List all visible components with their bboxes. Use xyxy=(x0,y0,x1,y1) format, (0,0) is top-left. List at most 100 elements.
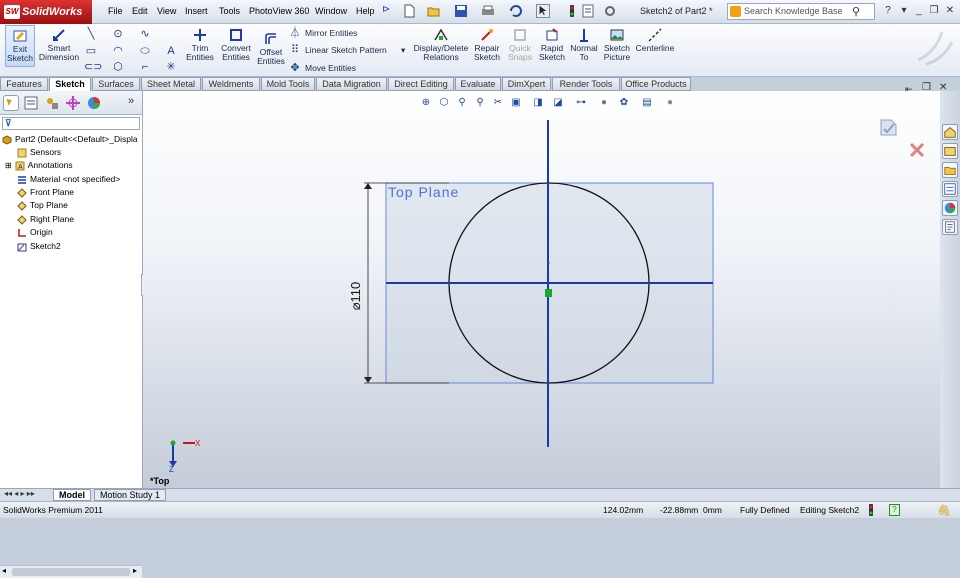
menu-edit[interactable]: Edit xyxy=(132,6,148,16)
offset-entities-button[interactable]: Offset Entities xyxy=(256,31,286,66)
new-document-icon[interactable] xyxy=(402,4,416,18)
graphics-area[interactable]: Top Plane ⌀110 X Z *Top xyxy=(143,91,940,488)
menu-window[interactable]: Window xyxy=(315,6,347,16)
scroll-thumb[interactable] xyxy=(12,568,130,576)
minimize-icon[interactable]: _ xyxy=(912,4,926,18)
point-icon[interactable]: ✳ xyxy=(164,61,178,73)
rectangle-icon[interactable]: ▭ xyxy=(84,45,98,57)
tab-dimxpert[interactable]: DimXpert xyxy=(502,77,551,91)
view-orientation-icon[interactable]: ◨ xyxy=(532,97,544,109)
expand-panel-icon[interactable]: » xyxy=(128,95,134,107)
rapid-sketch-button[interactable]: Rapid Sketch xyxy=(537,27,567,62)
tab-surfaces[interactable]: Surfaces xyxy=(92,77,140,91)
tab-mold-tools[interactable]: Mold Tools xyxy=(261,77,315,91)
tree-node-annotations[interactable]: ⊞ A Annotations xyxy=(0,159,142,172)
help-dropdown-icon[interactable]: ▾ xyxy=(897,4,911,18)
print-icon[interactable] xyxy=(481,4,495,18)
restore-icon[interactable]: ❐ xyxy=(927,4,941,18)
smart-dimension-button[interactable]: Smart Dimension xyxy=(38,27,80,62)
circle-icon[interactable]: ⊙ xyxy=(111,28,125,40)
exit-sketch-button[interactable]: Exit Sketch xyxy=(5,25,35,67)
sketch-picture-button[interactable]: Sketch Picture xyxy=(601,27,633,62)
repair-sketch-button[interactable]: Repair Sketch xyxy=(472,27,502,62)
scroll-left-icon[interactable]: ◂ xyxy=(2,566,6,575)
tab-scroll-icons[interactable]: ◂◂ ◂ ▸ ▸▸ xyxy=(4,489,35,498)
mirror-entities-button[interactable]: Mirror Entities xyxy=(305,28,357,38)
save-icon[interactable] xyxy=(454,4,468,18)
undo-icon[interactable] xyxy=(508,4,522,18)
diameter-dimension[interactable]: ⌀110 xyxy=(348,281,364,311)
dimxpert-manager-tab-icon[interactable] xyxy=(65,95,81,111)
line-icon[interactable]: ╲ xyxy=(84,28,98,40)
pattern-dropdown-icon[interactable]: ▾ xyxy=(401,45,405,56)
edit-appearance-icon[interactable]: ● xyxy=(598,97,610,109)
polygon-icon[interactable]: ⬡ xyxy=(111,61,125,73)
feature-tree-tab-icon[interactable] xyxy=(3,95,19,111)
file-properties-icon[interactable] xyxy=(581,4,595,18)
close-icon[interactable]: ✕ xyxy=(943,4,957,18)
zoom-to-area-icon[interactable]: ⬡ xyxy=(438,97,450,109)
quick-tips-icon[interactable]: ? xyxy=(889,504,900,516)
rebuild-status-icon[interactable] xyxy=(866,504,876,516)
text-icon[interactable]: A xyxy=(164,45,178,57)
file-explorer-icon[interactable] xyxy=(942,162,958,178)
menu-tools[interactable]: Tools xyxy=(219,6,240,16)
tree-node-part[interactable]: Part2 (Default<<Default>_Displa xyxy=(0,133,142,146)
dynamic-annotation-icon[interactable]: ▣ xyxy=(510,97,522,109)
viewport-minimize-icon[interactable]: ⇤ xyxy=(905,84,913,95)
tab-model[interactable]: Model xyxy=(53,489,91,501)
tree-node-material[interactable]: Material <not specified> xyxy=(0,173,142,186)
tab-motion-study[interactable]: Motion Study 1 xyxy=(94,489,167,501)
solidworks-logo[interactable]: SW SolidWorks xyxy=(0,0,92,24)
arc-icon[interactable]: ◠ xyxy=(111,45,125,57)
quick-snaps-button[interactable]: Quick Snaps xyxy=(505,27,535,62)
fillet-icon[interactable]: ⌐ xyxy=(138,61,152,73)
confirm-sketch-icon[interactable] xyxy=(878,116,900,138)
select-arrow-icon[interactable] xyxy=(536,4,550,18)
move-entities-button[interactable]: Move Entities xyxy=(305,63,356,73)
mirror-entities-icon[interactable]: ⏃ xyxy=(288,27,302,39)
menu-file[interactable]: File xyxy=(108,6,123,16)
design-library-icon[interactable] xyxy=(942,143,958,159)
pin-icon[interactable]: ⊳ xyxy=(382,4,396,18)
tab-sketch[interactable]: Sketch xyxy=(49,77,91,91)
slot-icon[interactable]: ⊂⊃ xyxy=(84,61,102,73)
cancel-sketch-icon[interactable] xyxy=(908,141,926,159)
tab-evaluate[interactable]: Evaluate xyxy=(455,77,501,91)
tree-node-sketch2[interactable]: Sketch2 xyxy=(0,240,142,253)
zoom-in-icon[interactable]: ⚲ xyxy=(456,97,468,109)
tab-direct-editing[interactable]: Direct Editing xyxy=(388,77,454,91)
appearances-icon[interactable] xyxy=(942,200,958,216)
tree-node-right-plane[interactable]: Right Plane xyxy=(0,213,142,226)
menu-insert[interactable]: Insert xyxy=(185,6,208,16)
menu-view[interactable]: View xyxy=(157,6,176,16)
scroll-right-icon[interactable]: ▸ xyxy=(133,566,137,575)
spline-icon[interactable]: ∿ xyxy=(138,28,152,40)
options-icon[interactable] xyxy=(603,4,617,18)
view-palette-icon[interactable] xyxy=(942,181,958,197)
normal-to-button[interactable]: Normal To xyxy=(569,27,599,62)
feature-tree-scrollbar[interactable]: ◂ ▸ xyxy=(0,565,142,578)
solidworks-resources-icon[interactable] xyxy=(942,124,958,140)
apply-scene-icon[interactable]: ✿ xyxy=(618,97,630,109)
help-icon[interactable]: ? xyxy=(881,4,895,18)
tree-node-sensors[interactable]: Sensors xyxy=(0,146,142,159)
viewport-restore-icon[interactable]: ❐ xyxy=(922,82,931,93)
menu-help[interactable]: Help xyxy=(356,6,375,16)
section-view-icon[interactable]: ✂ xyxy=(492,97,504,109)
status-paperclip-icon[interactable]: 🖇 xyxy=(937,503,951,519)
tab-office-products[interactable]: Office Products xyxy=(621,77,691,91)
tree-node-top-plane[interactable]: Top Plane xyxy=(0,199,142,212)
open-icon[interactable] xyxy=(427,4,441,18)
search-icon[interactable]: ⚲ xyxy=(852,5,860,20)
tab-features[interactable]: Features xyxy=(0,77,48,91)
convert-entities-button[interactable]: Convert Entities xyxy=(218,27,254,62)
menu-photoview[interactable]: PhotoView 360 xyxy=(249,6,309,16)
linear-pattern-icon[interactable]: ⠿ xyxy=(288,44,302,56)
previous-view-icon[interactable]: ⚲ xyxy=(474,97,486,109)
custom-properties-icon[interactable] xyxy=(942,219,958,235)
property-manager-tab-icon[interactable] xyxy=(23,95,39,111)
tree-node-front-plane[interactable]: Front Plane xyxy=(0,186,142,199)
trim-entities-button[interactable]: Trim Entities xyxy=(183,27,217,62)
feature-tree-filter[interactable]: ⊽ xyxy=(2,117,140,130)
